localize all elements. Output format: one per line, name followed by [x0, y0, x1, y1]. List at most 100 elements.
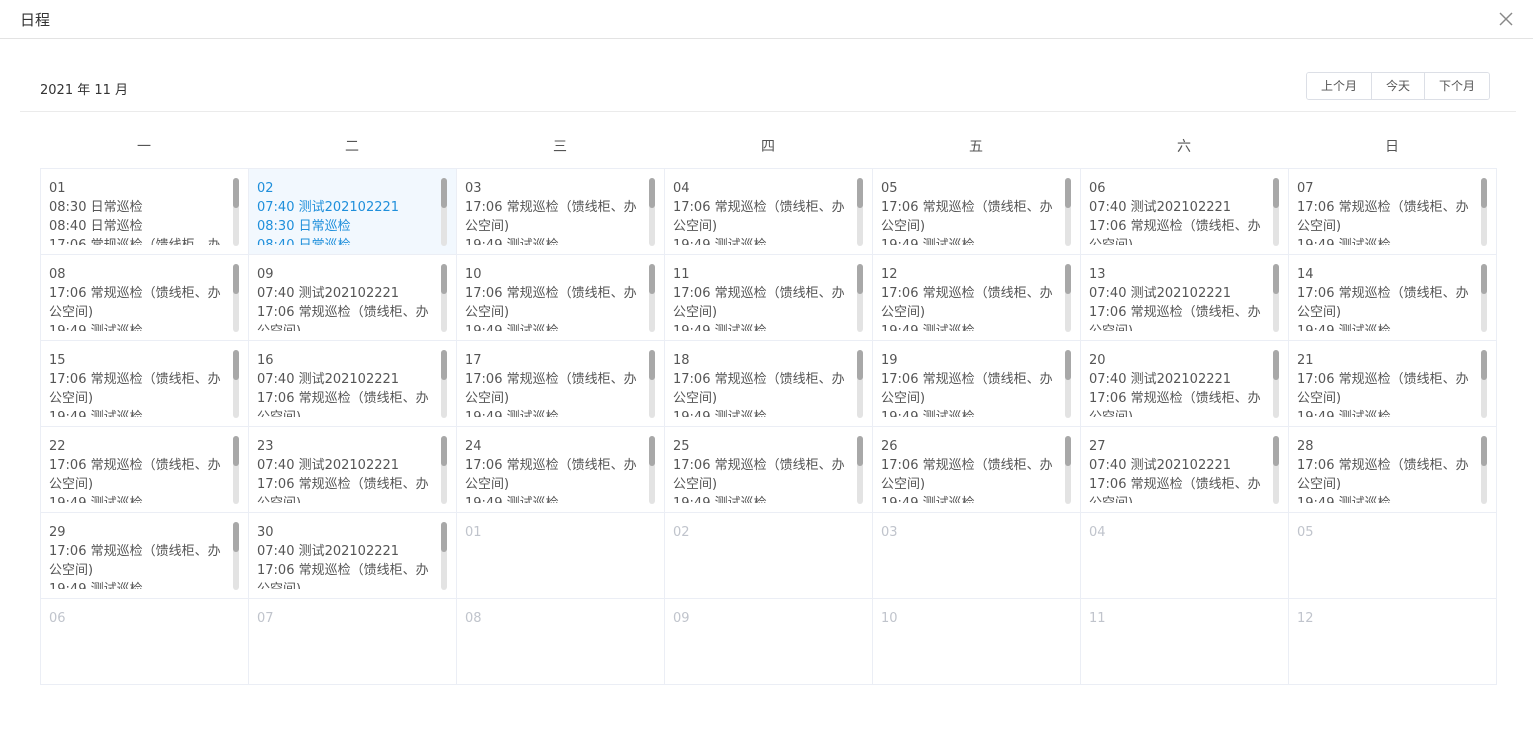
schedule-event[interactable]: 08:40 日常巡检	[49, 217, 232, 236]
schedule-event[interactable]: 17:06 常规巡检（馈线柜、办公空间)	[673, 456, 856, 494]
schedule-event[interactable]: 19:49 测试巡检	[881, 322, 1064, 331]
schedule-event[interactable]: 17:06 常规巡检（馈线柜、办公空间)	[49, 542, 232, 580]
cell-scrollbar[interactable]	[441, 264, 447, 332]
schedule-event[interactable]: 17:06 常规巡检（馈线柜、办公空间)	[257, 561, 440, 589]
cell-scrollbar[interactable]	[857, 178, 863, 246]
schedule-event[interactable]: 19:49 测试巡检	[673, 322, 856, 331]
day-cell[interactable]: 03 17:06 常规巡检（馈线柜、办公空间)19:49 测试巡检	[457, 169, 665, 255]
cell-scrollbar[interactable]	[441, 350, 447, 418]
schedule-event[interactable]: 17:06 常规巡检（馈线柜、办公空间)	[1297, 284, 1480, 322]
cell-scrollbar[interactable]	[441, 522, 447, 590]
schedule-event[interactable]: 17:06 常规巡检（馈线柜、办公空间)	[1089, 475, 1272, 503]
day-cell[interactable]: 11 17:06 常规巡检（馈线柜、办公空间)19:49 测试巡检	[665, 255, 873, 341]
next-month-button[interactable]: 下个月	[1424, 73, 1490, 99]
schedule-event[interactable]: 17:06 常规巡检（馈线柜、办公空间)	[1297, 456, 1480, 494]
cell-scrollbar[interactable]	[441, 436, 447, 504]
day-cell[interactable]: 05	[1289, 513, 1497, 599]
cell-scrollbar[interactable]	[1273, 264, 1279, 332]
prev-month-button[interactable]: 上个月	[1307, 73, 1372, 99]
cell-scrollbar-thumb[interactable]	[441, 522, 447, 552]
cell-scrollbar-thumb[interactable]	[649, 264, 655, 294]
schedule-event[interactable]: 19:49 测试巡检	[881, 408, 1064, 417]
cell-scrollbar[interactable]	[649, 350, 655, 418]
day-cell[interactable]: 07	[249, 599, 457, 685]
schedule-event[interactable]: 19:49 测试巡检	[465, 494, 648, 503]
cell-scrollbar-thumb[interactable]	[1065, 264, 1071, 294]
cell-scrollbar-thumb[interactable]	[857, 350, 863, 380]
schedule-event[interactable]: 17:06 常规巡检（馈线柜、办公空间)	[1297, 370, 1480, 408]
schedule-event[interactable]: 19:49 测试巡检	[465, 408, 648, 417]
cell-scrollbar-thumb[interactable]	[233, 522, 239, 552]
day-cell[interactable]: 08	[457, 599, 665, 685]
day-cell[interactable]: 12 17:06 常规巡检（馈线柜、办公空间)19:49 测试巡检	[873, 255, 1081, 341]
cell-scrollbar-thumb[interactable]	[441, 178, 447, 208]
schedule-event[interactable]: 19:49 测试巡检	[881, 494, 1064, 503]
day-cell[interactable]: 12	[1289, 599, 1497, 685]
cell-scrollbar[interactable]	[857, 264, 863, 332]
schedule-event[interactable]: 17:06 常规巡检（馈线柜、办公空间)	[49, 236, 232, 245]
cell-scrollbar-thumb[interactable]	[1481, 264, 1487, 294]
day-cell[interactable]: 17 17:06 常规巡检（馈线柜、办公空间)19:49 测试巡检	[457, 341, 665, 427]
cell-scrollbar-thumb[interactable]	[1065, 436, 1071, 466]
schedule-event[interactable]: 19:49 测试巡检	[1297, 236, 1480, 245]
cell-scrollbar[interactable]	[649, 178, 655, 246]
day-cell[interactable]: 25 17:06 常规巡检（馈线柜、办公空间)19:49 测试巡检	[665, 427, 873, 513]
schedule-event[interactable]: 17:06 常规巡检（馈线柜、办公空间)	[257, 475, 440, 503]
schedule-event[interactable]: 17:06 常规巡检（馈线柜、办公空间)	[1089, 389, 1272, 417]
schedule-event[interactable]: 17:06 常规巡检（馈线柜、办公空间)	[1297, 198, 1480, 236]
cell-scrollbar-thumb[interactable]	[857, 178, 863, 208]
cell-scrollbar-thumb[interactable]	[649, 178, 655, 208]
day-cell[interactable]: 10	[873, 599, 1081, 685]
cell-scrollbar-thumb[interactable]	[857, 436, 863, 466]
day-cell[interactable]: 29 17:06 常规巡检（馈线柜、办公空间)19:49 测试巡检	[41, 513, 249, 599]
cell-scrollbar[interactable]	[1481, 178, 1487, 246]
schedule-event[interactable]: 19:49 测试巡检	[1297, 494, 1480, 503]
day-cell[interactable]: 14 17:06 常规巡检（馈线柜、办公空间)19:49 测试巡检	[1289, 255, 1497, 341]
day-cell[interactable]: 01	[457, 513, 665, 599]
schedule-event[interactable]: 17:06 常规巡检（馈线柜、办公空间)	[881, 284, 1064, 322]
day-cell[interactable]: 26 17:06 常规巡检（馈线柜、办公空间)19:49 测试巡检	[873, 427, 1081, 513]
day-cell[interactable]: 10 17:06 常规巡检（馈线柜、办公空间)19:49 测试巡检	[457, 255, 665, 341]
schedule-event[interactable]: 07:40 测试202102221	[257, 542, 440, 561]
schedule-event[interactable]: 17:06 常规巡检（馈线柜、办公空间)	[465, 284, 648, 322]
schedule-event[interactable]: 19:49 测试巡检	[49, 408, 232, 417]
cell-scrollbar[interactable]	[1065, 264, 1071, 332]
day-cell[interactable]: 09	[665, 599, 873, 685]
cell-scrollbar-thumb[interactable]	[233, 350, 239, 380]
cell-scrollbar[interactable]	[233, 436, 239, 504]
cell-scrollbar[interactable]	[1481, 350, 1487, 418]
schedule-event[interactable]: 17:06 常规巡检（馈线柜、办公空间)	[49, 456, 232, 494]
cell-scrollbar[interactable]	[441, 178, 447, 246]
schedule-event[interactable]: 17:06 常规巡检（馈线柜、办公空间)	[257, 389, 440, 417]
day-cell[interactable]: 06	[41, 599, 249, 685]
cell-scrollbar[interactable]	[233, 350, 239, 418]
cell-scrollbar-thumb[interactable]	[233, 436, 239, 466]
schedule-event[interactable]: 17:06 常规巡检（馈线柜、办公空间)	[673, 370, 856, 408]
schedule-event[interactable]: 17:06 常规巡检（馈线柜、办公空间)	[49, 284, 232, 322]
day-cell[interactable]: 04	[1081, 513, 1289, 599]
day-cell[interactable]: 28 17:06 常规巡检（馈线柜、办公空间)19:49 测试巡检	[1289, 427, 1497, 513]
cell-scrollbar-thumb[interactable]	[1273, 264, 1279, 294]
day-cell[interactable]: 03	[873, 513, 1081, 599]
schedule-event[interactable]: 17:06 常规巡检（馈线柜、办公空间)	[465, 198, 648, 236]
cell-scrollbar-thumb[interactable]	[1273, 350, 1279, 380]
cell-scrollbar[interactable]	[649, 264, 655, 332]
schedule-event[interactable]: 19:49 测试巡检	[49, 322, 232, 331]
cell-scrollbar[interactable]	[1065, 436, 1071, 504]
day-cell[interactable]: 08 17:06 常规巡检（馈线柜、办公空间)19:49 测试巡检	[41, 255, 249, 341]
cell-scrollbar-thumb[interactable]	[649, 350, 655, 380]
day-cell[interactable]: 20 07:40 测试20210222117:06 常规巡检（馈线柜、办公空间)	[1081, 341, 1289, 427]
cell-scrollbar[interactable]	[857, 350, 863, 418]
schedule-event[interactable]: 17:06 常规巡检（馈线柜、办公空间)	[673, 284, 856, 322]
schedule-event[interactable]: 07:40 测试202102221	[257, 370, 440, 389]
cell-scrollbar-thumb[interactable]	[857, 264, 863, 294]
cell-scrollbar[interactable]	[1065, 178, 1071, 246]
cell-scrollbar[interactable]	[1273, 178, 1279, 246]
schedule-event[interactable]: 07:40 测试202102221	[1089, 456, 1272, 475]
day-cell[interactable]: 13 07:40 测试20210222117:06 常规巡检（馈线柜、办公空间)	[1081, 255, 1289, 341]
schedule-event[interactable]: 07:40 测试202102221	[257, 284, 440, 303]
schedule-event[interactable]: 07:40 测试202102221	[1089, 370, 1272, 389]
cell-scrollbar-thumb[interactable]	[441, 264, 447, 294]
cell-scrollbar-thumb[interactable]	[1481, 350, 1487, 380]
day-cell[interactable]: 30 07:40 测试20210222117:06 常规巡检（馈线柜、办公空间)	[249, 513, 457, 599]
